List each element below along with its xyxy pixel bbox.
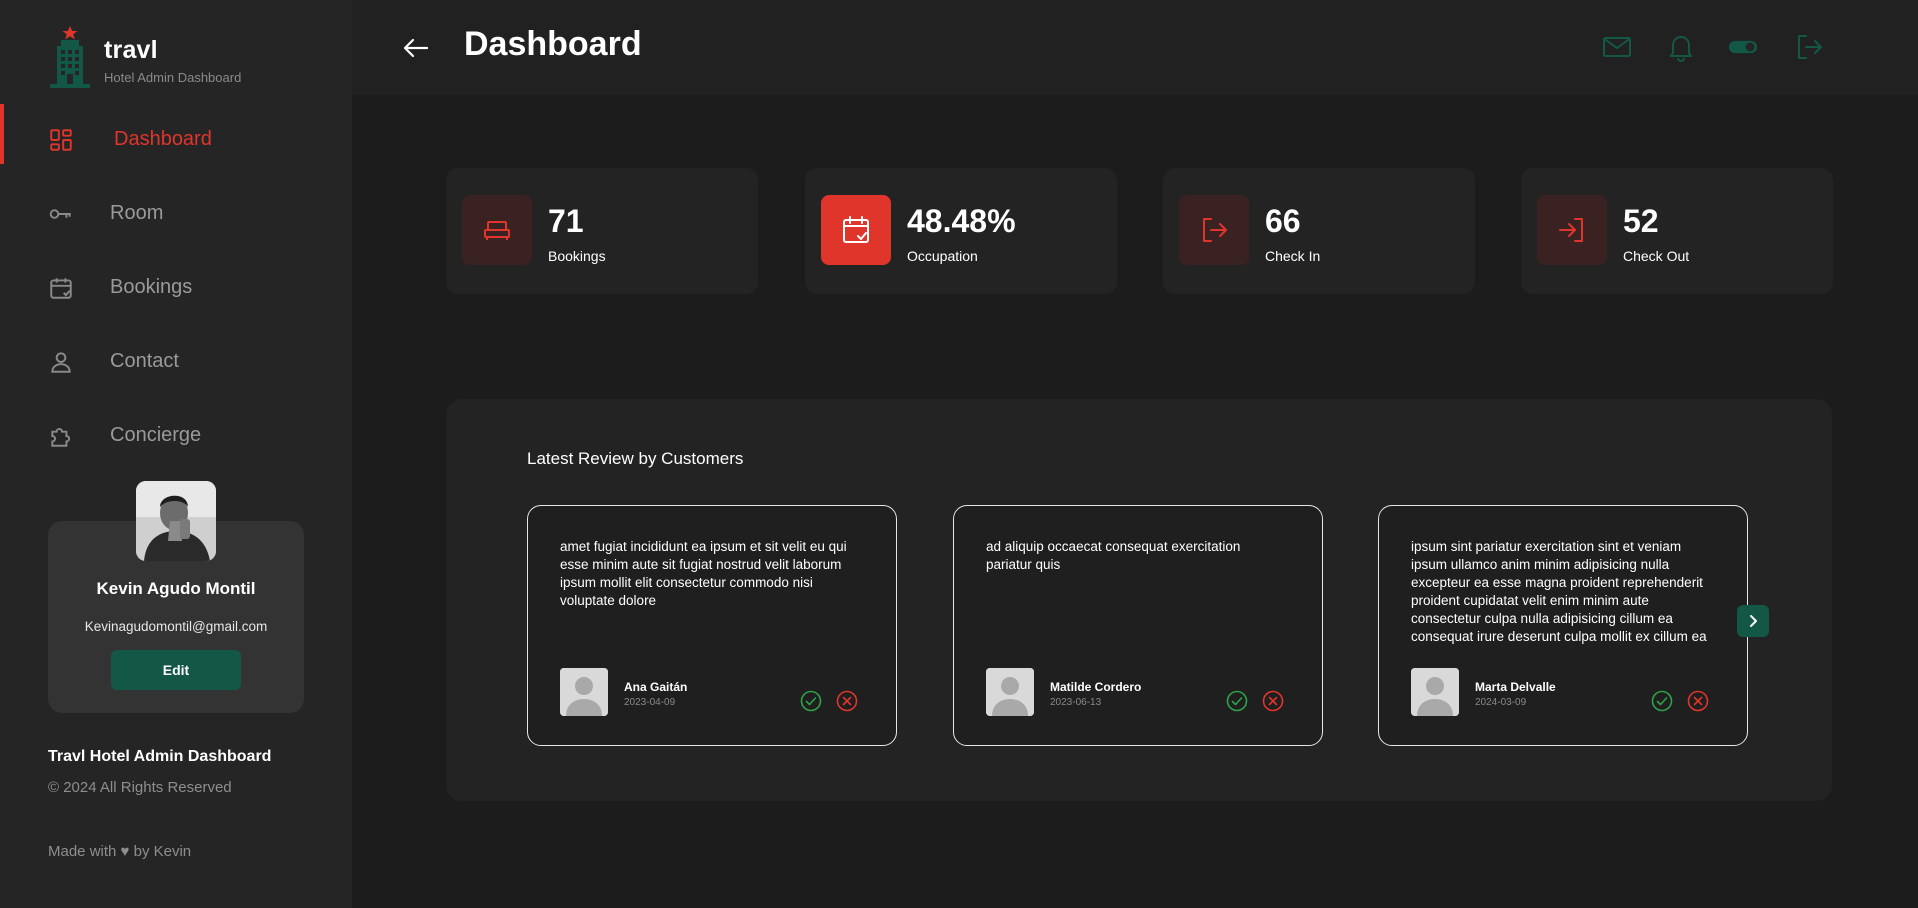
stat-card-check-out[interactable]: 52 Check Out [1521, 168, 1833, 294]
review-text: amet fugiat incididunt ea ipsum et sit v… [560, 539, 847, 608]
stat-icon-box [1179, 195, 1249, 265]
sidebar-item-concierge[interactable]: Concierge [0, 398, 352, 472]
stat-label: Bookings [548, 248, 606, 264]
footer-made-with: Made with ♥ by Kevin [48, 843, 192, 860]
stat-value: 48.48% [907, 203, 1016, 239]
logout-icon [1559, 218, 1583, 242]
reviewer-name: Marta Delvalle [1475, 680, 1556, 694]
user-placeholder-icon [1411, 668, 1459, 716]
key-icon [49, 209, 71, 219]
sidebar-item-dashboard[interactable]: Dashboard [0, 102, 352, 176]
dashboard-grid-icon [50, 129, 72, 151]
chevron-right-icon [1750, 615, 1757, 627]
brand-subtitle: Hotel Admin Dashboard [104, 70, 242, 85]
hotel-building-icon [50, 26, 90, 88]
logout-icon[interactable] [1794, 32, 1824, 62]
arrow-left-icon[interactable] [400, 32, 432, 64]
user-placeholder-icon [560, 668, 608, 716]
review-date: 2024-03-09 [1475, 697, 1527, 708]
reviewer-avatar [986, 668, 1034, 716]
mail-icon[interactable] [1602, 32, 1632, 62]
bed-icon [484, 221, 510, 240]
stat-icon-box [462, 195, 532, 265]
stat-card-occupation[interactable]: 48.48% Occupation [805, 168, 1117, 294]
stat-value: 66 [1265, 203, 1301, 239]
profile-name: Kevin Agudo Montil [96, 579, 256, 598]
stat-value: 71 [548, 203, 584, 239]
stat-icon-box [1537, 195, 1607, 265]
stat-value: 52 [1623, 203, 1659, 239]
brand[interactable]: travl Hotel Admin Dashboard [48, 26, 308, 88]
login-icon [1203, 218, 1227, 242]
reviewer-name: Ana Gaitán [624, 680, 688, 694]
top-header: Dashboard [352, 0, 1918, 95]
reject-x-icon[interactable] [1687, 690, 1709, 712]
review-text: ipsum sint pariatur exercitation sint et… [1411, 539, 1707, 644]
bell-icon[interactable] [1666, 32, 1696, 62]
review-card[interactable]: ad aliquip occaecat consequat exercitati… [953, 505, 1323, 746]
avatar-photo-icon [136, 481, 216, 561]
reviews-panel: Latest Review by Customers amet fugiat i… [446, 399, 1832, 801]
sidebar-item-contact[interactable]: Contact [0, 324, 352, 398]
stat-card-check-in[interactable]: 66 Check In [1163, 168, 1475, 294]
next-review-button[interactable] [1737, 605, 1769, 637]
footer-copyright: © 2024 All Rights Reserved [48, 779, 232, 796]
stat-label: Occupation [907, 248, 978, 264]
avatar [136, 481, 216, 561]
stat-icon-box [821, 195, 891, 265]
footer-title: Travl Hotel Admin Dashboard [48, 748, 272, 765]
sidebar-item-room[interactable]: Room [0, 176, 352, 250]
stat-label: Check Out [1623, 248, 1690, 264]
stat-card-bookings[interactable]: 71 Bookings [446, 168, 758, 294]
reject-x-icon[interactable] [1262, 690, 1284, 712]
edit-profile-button[interactable]: Edit [111, 650, 241, 690]
brand-name: travl [104, 36, 158, 64]
approve-check-icon[interactable] [800, 690, 822, 712]
page-title: Dashboard [464, 25, 642, 63]
reviewer-avatar [560, 668, 608, 716]
sidebar-item-bookings[interactable]: Bookings [0, 250, 352, 324]
puzzle-icon [51, 428, 71, 447]
review-card[interactable]: amet fugiat incididunt ea ipsum et sit v… [527, 505, 897, 746]
review-date: 2023-04-09 [624, 697, 676, 708]
sidebar-nav: Dashboard Room Bookings Contact Concierg… [0, 102, 352, 472]
profile-email: Kevinagudomontil@gmail.com [84, 619, 268, 634]
sidebar-item-label: Contact [110, 350, 179, 372]
user-icon [51, 352, 71, 373]
review-card[interactable]: ipsum sint pariatur exercitation sint et… [1378, 505, 1748, 746]
sidebar-item-label: Room [110, 202, 164, 224]
approve-check-icon[interactable] [1651, 690, 1673, 712]
calendar-check-icon [843, 216, 869, 243]
calendar-check-icon [50, 278, 72, 299]
review-date: 2023-06-13 [1050, 697, 1102, 708]
reviews-title: Latest Review by Customers [527, 449, 744, 468]
review-text: ad aliquip occaecat consequat exercitati… [986, 539, 1241, 572]
reviewer-avatar [1411, 668, 1459, 716]
sidebar-item-label: Bookings [110, 276, 193, 298]
sidebar: travl Hotel Admin Dashboard Dashboard Ro… [0, 0, 352, 908]
sidebar-item-label: Concierge [110, 424, 202, 446]
stat-label: Check In [1265, 248, 1321, 264]
sidebar-item-label: Dashboard [114, 128, 212, 150]
toggle-icon[interactable] [1728, 32, 1758, 62]
user-placeholder-icon [986, 668, 1034, 716]
reviewer-name: Matilde Cordero [1050, 680, 1142, 694]
approve-check-icon[interactable] [1226, 690, 1248, 712]
reject-x-icon[interactable] [836, 690, 858, 712]
